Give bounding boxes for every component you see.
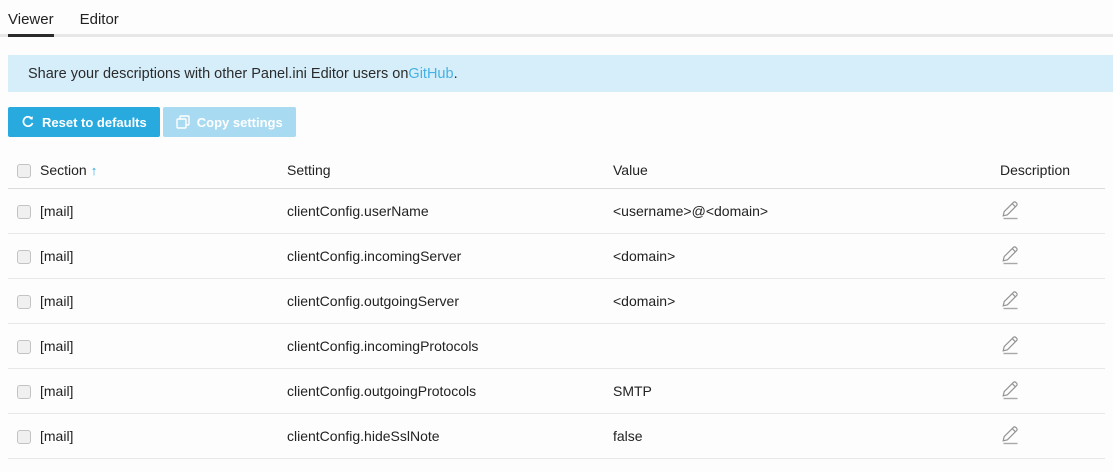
row-checkbox[interactable] xyxy=(17,430,31,444)
section-cell: [mail] xyxy=(40,323,287,368)
value-cell: SMTP xyxy=(613,368,1000,413)
info-banner-suffix: . xyxy=(454,66,458,82)
select-all-checkbox[interactable] xyxy=(17,164,31,178)
table-row: [mail] clientConfig.outgoingServer <doma… xyxy=(8,278,1105,323)
row-checkbox[interactable] xyxy=(17,250,31,264)
tab-viewer[interactable]: Viewer xyxy=(8,0,54,37)
reset-icon xyxy=(21,115,35,129)
value-cell: <domain> xyxy=(613,233,1000,278)
row-checkbox[interactable] xyxy=(17,340,31,354)
value-cell xyxy=(613,323,1000,368)
value-cell: <domain> xyxy=(613,278,1000,323)
column-header-setting[interactable]: Setting xyxy=(287,152,613,188)
edit-pencil-icon[interactable] xyxy=(1000,243,1021,265)
section-header-label: Section xyxy=(40,162,87,178)
table-header-row: Section ↑ Setting Value Description xyxy=(8,152,1105,188)
setting-cell: clientConfig.userName xyxy=(287,188,613,233)
section-cell: [mail] xyxy=(40,233,287,278)
table-row: [mail] clientConfig.userName <username>@… xyxy=(8,188,1105,233)
toolbar: Reset to defaults Copy settings xyxy=(8,107,1113,137)
info-banner: Share your descriptions with other Panel… xyxy=(8,55,1113,92)
sort-ascending-icon: ↑ xyxy=(91,163,98,178)
section-cell: [mail] xyxy=(40,188,287,233)
edit-pencil-icon[interactable] xyxy=(1000,378,1021,400)
setting-cell: clientConfig.incomingServer xyxy=(287,233,613,278)
setting-cell: clientConfig.outgoingProtocols xyxy=(287,368,613,413)
row-checkbox[interactable] xyxy=(17,385,31,399)
tab-editor[interactable]: Editor xyxy=(80,0,119,37)
github-link[interactable]: GitHub xyxy=(408,66,453,82)
column-header-description[interactable]: Description xyxy=(1000,152,1105,188)
setting-cell: clientConfig.incomingProtocols xyxy=(287,323,613,368)
copy-icon xyxy=(176,115,190,129)
column-header-section[interactable]: Section ↑ xyxy=(40,152,287,188)
reset-to-defaults-button[interactable]: Reset to defaults xyxy=(8,107,160,137)
edit-pencil-icon[interactable] xyxy=(1000,288,1021,310)
table-row: [mail] clientConfig.hideSslNote false xyxy=(8,413,1105,458)
edit-pencil-icon[interactable] xyxy=(1000,198,1021,220)
section-cell: [mail] xyxy=(40,368,287,413)
row-checkbox[interactable] xyxy=(17,295,31,309)
column-header-value[interactable]: Value xyxy=(613,152,1000,188)
value-cell: <username>@<domain> xyxy=(613,188,1000,233)
tab-bar: Viewer Editor xyxy=(0,0,1113,37)
table-row: [mail] clientConfig.incomingProtocols xyxy=(8,323,1105,368)
copy-settings-label: Copy settings xyxy=(197,115,283,130)
table-row: [mail] clientConfig.incomingServer <doma… xyxy=(8,233,1105,278)
section-cell: [mail] xyxy=(40,413,287,458)
value-cell: false xyxy=(613,413,1000,458)
edit-pencil-icon[interactable] xyxy=(1000,333,1021,355)
row-checkbox[interactable] xyxy=(17,205,31,219)
reset-to-defaults-label: Reset to defaults xyxy=(42,115,147,130)
table-row: [mail] clientConfig.outgoingProtocols SM… xyxy=(8,368,1105,413)
settings-table: Section ↑ Setting Value Description [mail… xyxy=(8,152,1105,459)
section-cell: [mail] xyxy=(40,278,287,323)
setting-cell: clientConfig.hideSslNote xyxy=(287,413,613,458)
copy-settings-button[interactable]: Copy settings xyxy=(163,107,296,137)
setting-cell: clientConfig.outgoingServer xyxy=(287,278,613,323)
info-banner-text: Share your descriptions with other Panel… xyxy=(28,66,408,82)
edit-pencil-icon[interactable] xyxy=(1000,423,1021,445)
